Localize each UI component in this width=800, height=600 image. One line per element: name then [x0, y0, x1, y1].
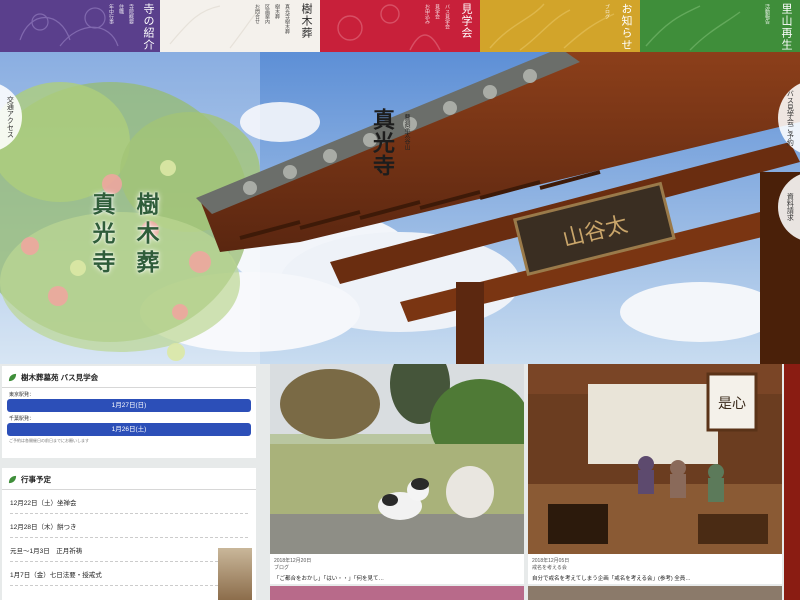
event-item[interactable]: 12月22日（土）坐禅会	[10, 490, 248, 514]
leaf-pattern-icon	[489, 3, 615, 51]
access-tab-label: 交通アクセス	[6, 96, 15, 138]
blog-card[interactable]: 2018年12月20日 ブログ 「ご都合をおかし」「はい・・」「何を見て…	[270, 364, 524, 600]
departure-label: 千葉駅発：	[9, 416, 35, 422]
event-item[interactable]: 1月7日（金）七日法要・授戒式	[10, 562, 248, 586]
nav-tree-label: 樹木葬	[300, 3, 313, 39]
leaf-pattern-icon	[645, 5, 741, 51]
top-nav: 寺の紹介 寺院概要 住職 年中行事 樹木葬 真光寺樹木葬 樹木葬 区画案内 お問…	[0, 0, 800, 52]
card-caption: 2018年12月05日 戒名を考える会 自分で戒名を考えてしまう企画「戒名を考え…	[528, 554, 782, 584]
nav-temple-sub: 住職	[118, 4, 124, 14]
next-card-edge	[784, 364, 800, 600]
leaf-pattern-icon	[169, 5, 261, 49]
hero-title-line: 真光寺	[88, 192, 115, 279]
document-request-tab-label: 資料請求	[786, 193, 795, 221]
nav-temple-sub: 年中行事	[108, 4, 114, 24]
meeting-photo: 是心	[528, 364, 782, 554]
nav-tree-sub: 樹木葬	[274, 4, 280, 19]
leaf-icon	[8, 373, 17, 382]
bus-date-button[interactable]: 1月27日(日)	[7, 399, 251, 412]
event-photo	[218, 548, 252, 600]
cat-photo	[270, 364, 524, 554]
nav-tree-burial[interactable]: 樹木葬 真光寺樹木葬 樹木葬 区画案内 お問合せ	[160, 0, 320, 52]
nav-temple-label: 寺の紹介	[142, 3, 155, 51]
next-card-preview	[270, 586, 524, 600]
card-date: 2018年12月20日	[274, 558, 312, 564]
temple-logo[interactable]: 真光寺 曹洞宗太谷山	[366, 108, 411, 177]
bus-reservation-tab-label: バス見学会ご予約	[786, 90, 795, 146]
event-item[interactable]: 12月28日（木）餅つき	[10, 514, 248, 538]
flower-pattern-icon	[337, 4, 441, 51]
nav-tour[interactable]: 見学会 バス見学会 見学会 お申込み	[320, 0, 480, 52]
events-title: 行事予定	[21, 475, 51, 484]
leaf-icon	[8, 475, 17, 484]
nav-tour-sub: 見学会	[434, 4, 440, 19]
card-date: 2018年12月05日	[532, 558, 570, 564]
nav-satoyama[interactable]: 里山再生 活動報告	[640, 0, 800, 52]
nav-satoyama-label: 里山再生	[780, 3, 793, 51]
departure-label: 東京駅発：	[9, 392, 35, 398]
temple-name: 真光寺	[369, 108, 395, 177]
nav-tree-sub: 真光寺樹木葬	[284, 4, 290, 34]
svg-text:是心: 是心	[718, 396, 746, 412]
event-item[interactable]: 元旦～1月3日 正月祈祷	[10, 538, 248, 562]
temple-subtitle: 曹洞宗太谷山	[403, 114, 410, 150]
nav-tour-sub: バス見学会	[444, 4, 450, 29]
nav-news-sub: ブログ	[604, 4, 610, 19]
event-report-card[interactable]: 是心 2018年12月05日 戒名を考える会 自分で戒名を考えてしまう企画「戒名…	[528, 364, 782, 600]
nav-tree-sub: 区画案内	[264, 4, 270, 24]
bus-tour-panel: 樹木葬墓苑 バス見学会 東京駅発： 1月27日(日) 千葉駅発： 1月26日(土…	[2, 366, 256, 458]
events-header: 行事予定	[2, 468, 256, 490]
nav-tour-label: 見学会	[460, 3, 473, 39]
bus-tour-header: 樹木葬墓苑 バス見学会	[2, 366, 256, 388]
nav-news-label: お知らせ	[620, 3, 633, 51]
next-card-preview	[528, 586, 782, 600]
nav-tour-sub: お申込み	[424, 4, 430, 24]
content-area: 樹木葬墓苑 バス見学会 東京駅発： 1月27日(日) 千葉駅発： 1月26日(土…	[0, 364, 800, 600]
card-caption: 2018年12月20日 ブログ 「ご都合をおかし」「はい・・」「何を見て…	[270, 554, 524, 584]
card-category: 戒名を考える会	[532, 565, 567, 571]
nav-temple-intro[interactable]: 寺の紹介 寺院概要 住職 年中行事	[0, 0, 160, 52]
card-excerpt: 「ご都合をおかし」「はい・・」「何を見て…	[274, 576, 385, 582]
bus-date-button[interactable]: 1月26日(土)	[7, 423, 251, 436]
hero-title-line: 樹木葬	[132, 192, 159, 279]
hero-banner: 山谷太 交通アクセス バス見学会ご予約 資料請求 真光寺 樹木葬 真光寺 曹洞宗…	[0, 52, 800, 364]
card-excerpt: 自分で戒名を考えてしまう企画「戒名を考える会」(参考) 全員…	[532, 576, 691, 582]
flower-pattern-icon	[19, 7, 119, 47]
card-category: ブログ	[274, 565, 290, 571]
bus-tour-title: 樹木葬墓苑 バス見学会	[21, 373, 99, 382]
nav-satoyama-sub: 活動報告	[764, 4, 770, 24]
nav-temple-sub: 寺院概要	[128, 4, 134, 24]
nav-news[interactable]: お知らせ ブログ	[480, 0, 640, 52]
hero-title: 真光寺 樹木葬	[84, 192, 162, 279]
bus-tour-note: ご予約は各開催日の前日までにお願いします	[9, 438, 89, 443]
events-panel: 行事予定 12月22日（土）坐禅会 12月28日（木）餅つき 元旦～1月3日 正…	[2, 468, 256, 600]
nav-tree-sub: お問合せ	[254, 4, 260, 24]
